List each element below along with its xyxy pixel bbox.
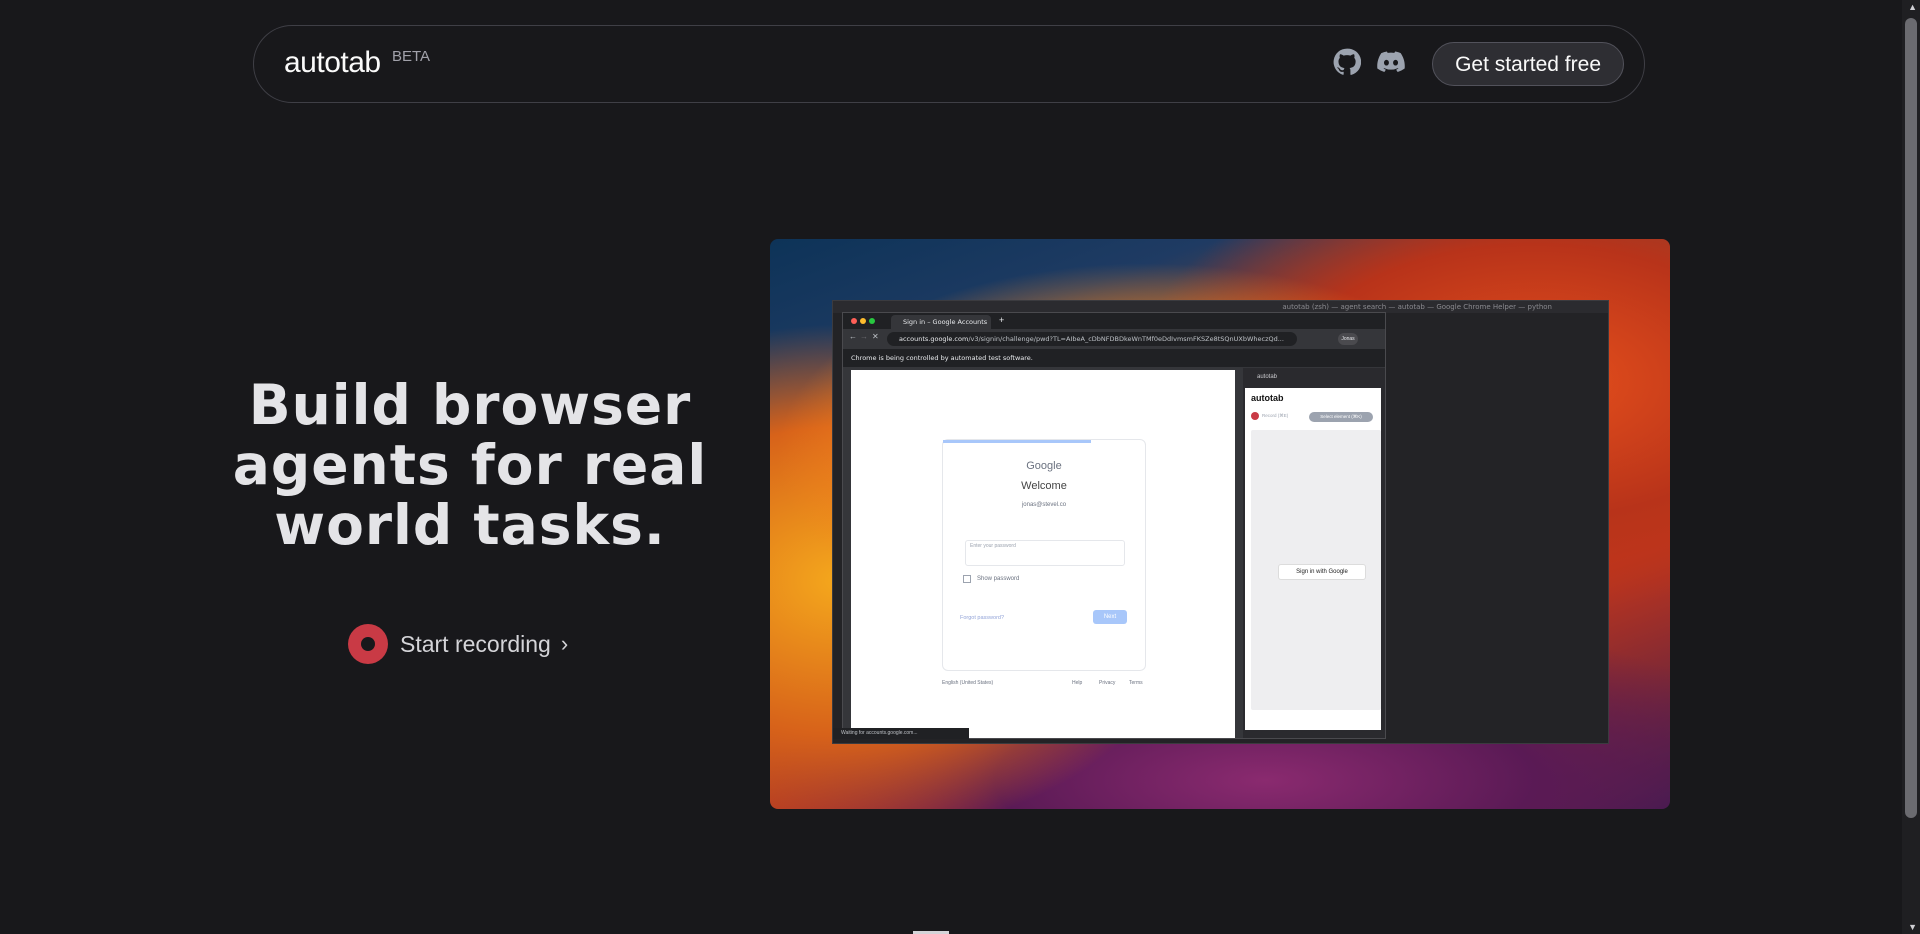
url-field: accounts.google.com/v3/signin/challenge/… (887, 332, 1297, 346)
welcome-heading: Welcome (1021, 480, 1067, 492)
side-panel-preview: Sign in with Google (1251, 430, 1381, 710)
address-bar-row: ← → ✕ accounts.google.com/v3/signin/chal… (843, 329, 1385, 349)
url-host: accounts.google.com (899, 335, 969, 343)
browser-status-bar: Waiting for accounts.google.com... (833, 728, 969, 739)
new-tab-icon: + (999, 315, 1005, 325)
hero-line-2: agents for real (232, 433, 708, 497)
language-select: English (United States) (942, 680, 994, 686)
browser-window: Sign in – Google Accounts + ← → ✕ accoun… (842, 312, 1386, 739)
brand-logo[interactable]: autotab (284, 46, 381, 80)
top-nav: autotab BETA Get started free (253, 25, 1645, 103)
hero-line-1: Build browser (248, 373, 692, 437)
beta-badge: BETA (392, 48, 431, 65)
browser-tab-strip: Sign in – Google Accounts + (843, 313, 1385, 329)
stop-icon: ✕ (872, 332, 879, 341)
start-recording-label: Start recording (400, 630, 551, 657)
google-signin-card: Google Welcome jonas@stevel.co Enter you… (942, 439, 1146, 671)
minimize-window-icon (860, 318, 866, 324)
url-path: /v3/signin/challenge/pwd?TL=AIbeA_cDbNFD… (968, 335, 1284, 343)
autotab-side-panel: autotab autotab Record (⌘E) Select eleme… (1243, 368, 1385, 738)
start-recording-button[interactable]: Start recording › (348, 623, 568, 665)
side-panel-title: autotab (1251, 393, 1284, 403)
loading-bar (943, 440, 1091, 443)
privacy-link: Privacy (1099, 680, 1116, 686)
google-logo: Google (1026, 460, 1062, 472)
close-window-icon (851, 318, 857, 324)
hero-line-3: world tasks. (274, 493, 666, 557)
scroll-up-icon[interactable]: ▲ (1908, 2, 1917, 12)
sign-in-with-google-button: Sign in with Google (1278, 564, 1366, 580)
get-started-button[interactable]: Get started free (1432, 42, 1624, 86)
automation-infobar: Chrome is being controlled by automated … (843, 349, 1385, 367)
terms-link: Terms (1129, 680, 1143, 686)
side-record-button: Record (⌘E) (1251, 412, 1288, 420)
next-button: Next (1093, 610, 1127, 624)
forgot-password-link: Forgot password? (960, 615, 1005, 621)
record-icon (348, 624, 388, 664)
discord-icon[interactable] (1377, 48, 1405, 76)
demo-screenshot: autotab (zsh) — agent search — autotab —… (770, 239, 1670, 809)
browser-tab: Sign in – Google Accounts (891, 315, 991, 329)
side-record-label: Record (⌘E) (1262, 413, 1289, 418)
back-icon: ← (849, 332, 857, 341)
side-panel-tab: autotab (1257, 374, 1278, 380)
help-link: Help (1072, 680, 1083, 686)
password-input: Enter your password (965, 540, 1125, 566)
hero-heading: Build browser agents for real world task… (230, 375, 710, 555)
show-password-label: Show password (977, 576, 1020, 582)
side-panel-body: autotab Record (⌘E) Select element (⌘K) … (1245, 388, 1381, 730)
scroll-down-icon[interactable]: ▼ (1908, 922, 1917, 932)
page-scrollbar[interactable]: ▲ ▼ (1902, 0, 1920, 934)
forward-icon: → (860, 332, 868, 341)
google-signin-page: Google Welcome jonas@stevel.co Enter you… (851, 370, 1235, 738)
maximize-window-icon (869, 318, 875, 324)
account-chip: jonas@stevel.co (1021, 502, 1067, 508)
profile-chip: Jonas (1338, 333, 1358, 345)
scrollbar-thumb[interactable] (1905, 18, 1917, 818)
chevron-right-icon: › (560, 631, 569, 656)
select-element-button: Select element (⌘K) (1309, 412, 1373, 422)
github-icon[interactable] (1333, 48, 1362, 76)
show-password-checkbox: Show password (963, 575, 1019, 583)
